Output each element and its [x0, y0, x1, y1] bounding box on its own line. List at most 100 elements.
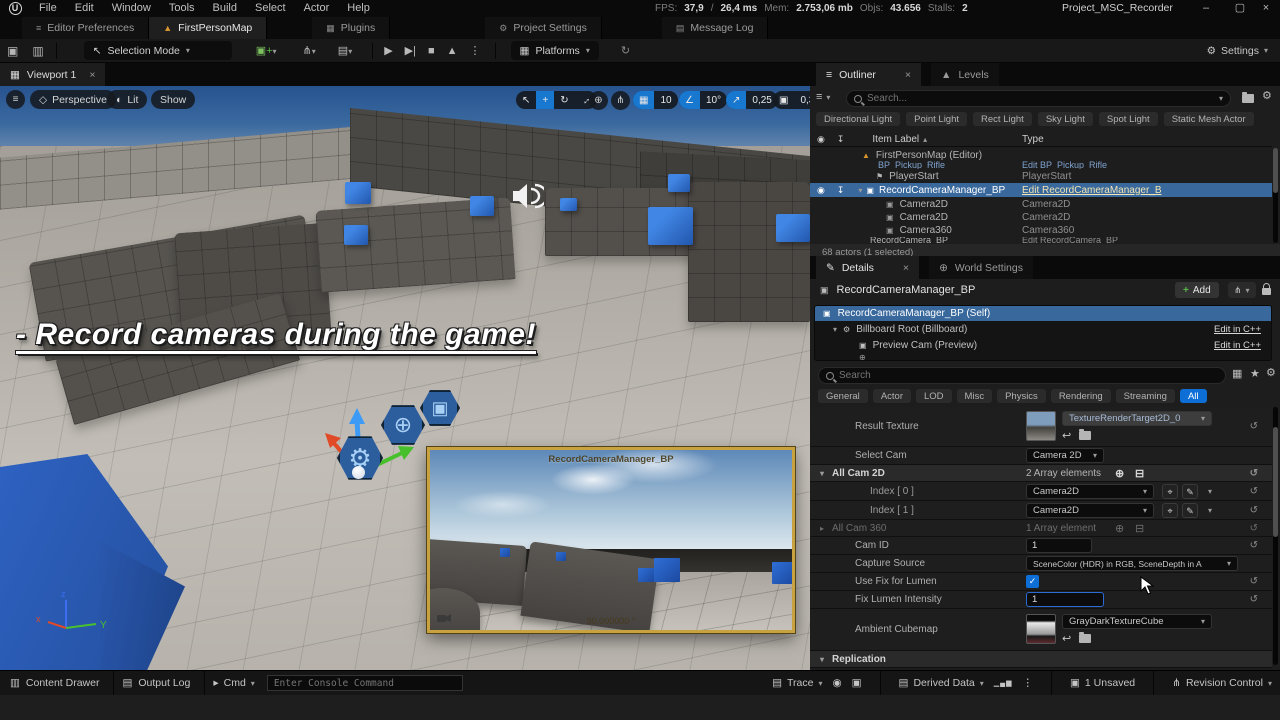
console-command-input[interactable] [267, 675, 463, 691]
prop-all-cam-360[interactable]: ▸ All Cam 360 1 Array element ⊕ ⊟ ↺ [810, 520, 1272, 537]
lock-icon[interactable] [1262, 288, 1271, 295]
scale-snap-toggle[interactable]: ↗ [726, 91, 746, 109]
clear-array-icon[interactable]: ⊟ [1135, 522, 1144, 535]
chip-static-mesh-actor[interactable]: Static Mesh Actor [1164, 112, 1254, 126]
viewport-canvas[interactable]: ≡ ◇ Perspective ◐ Lit Show ↖ + ↻ ↔ ⊕ ⋔ ▦… [0, 86, 810, 670]
outliner-filter-button[interactable]: ≡ ▾ [816, 91, 830, 103]
reset-icon[interactable]: ↺ [1250, 523, 1258, 534]
cat-streaming[interactable]: Streaming [1116, 389, 1175, 403]
reset-icon[interactable]: ↺ [1250, 486, 1258, 497]
derived-data-dropdown[interactable]: ▤ Derived Data ▾ [899, 677, 984, 689]
eyedropper-icon[interactable]: ✎ [1182, 503, 1198, 518]
eye-icon[interactable]: ◉ [817, 185, 825, 196]
fix-lumen-intensity-input[interactable] [1026, 592, 1104, 607]
element-options-chevron[interactable]: ▾ [1208, 487, 1212, 496]
rotation-snap-value[interactable]: 10° [700, 91, 727, 109]
outliner-row-clipped-bottom[interactable]: RecordCamera_BP Edit RecordCamera_BP [810, 237, 1272, 243]
use-selected-asset-icon[interactable]: ↩ [1062, 429, 1071, 442]
use-fix-lumen-checkbox[interactable]: ✓ [1026, 575, 1039, 588]
reset-icon[interactable]: ↺ [1250, 421, 1258, 432]
cinematics-button[interactable]: ▤▾ [332, 44, 358, 57]
index1-dropdown[interactable]: Camera2D ▾ [1026, 503, 1154, 518]
edit-in-cpp-link[interactable]: Edit in C++ [1214, 340, 1261, 351]
tab-plugins[interactable]: ▦Plugins [312, 17, 390, 39]
outliner-search[interactable]: ▾ [846, 90, 1231, 107]
tab-details[interactable]: ✎ Details × [816, 256, 919, 279]
browse-to-asset-icon[interactable] [1079, 431, 1091, 440]
eject-button[interactable]: ▲ [441, 45, 464, 57]
search-chevron-icon[interactable]: ▾ [1219, 94, 1223, 103]
menu-edit[interactable]: Edit [66, 0, 103, 17]
menu-help[interactable]: Help [338, 0, 379, 17]
outliner-row-clipped[interactable]: BP_Pickup_Rifle Edit BP_Pickup_Rifle [810, 161, 1272, 169]
component-clipped-row[interactable]: ⊕ [815, 353, 1271, 361]
column-item-label[interactable]: Item Label [872, 134, 919, 145]
outliner-row-playerstart[interactable]: ⚑ PlayerStart PlayerStart [810, 170, 1272, 183]
reset-icon[interactable]: ↺ [1250, 576, 1258, 587]
menu-select[interactable]: Select [246, 0, 295, 17]
close-button[interactable]: × [1252, 0, 1280, 17]
chip-spot-light[interactable]: Spot Light [1099, 112, 1158, 126]
network-bars-icon[interactable]: ▁▄▆ [994, 679, 1013, 687]
menu-file[interactable]: File [30, 0, 66, 17]
output-log-button[interactable]: ▤ Output Log [122, 677, 190, 689]
camera-speed-value[interactable]: 0,3 [794, 91, 810, 109]
outliner-row-camera2d-2[interactable]: ▣ Camera2D Camera2D [810, 211, 1272, 224]
pin-icon[interactable]: ↧ [837, 134, 845, 145]
cat-all[interactable]: All [1180, 389, 1207, 403]
insights-icon[interactable]: ◉ [832, 677, 841, 689]
rotate-tool[interactable]: ↻ [554, 91, 574, 109]
perspective-dropdown[interactable]: ◇ Perspective [30, 90, 116, 109]
tab-levels[interactable]: ▲ Levels [931, 63, 999, 86]
grid-snap-toggle[interactable]: ▦ [633, 91, 654, 109]
outliner-row-recordcameramanager[interactable]: ◉ ↧ ▾ ▣ RecordCameraManager_BP Edit Reco… [810, 183, 1272, 197]
column-type[interactable]: Type [1022, 134, 1044, 145]
chip-directional-light[interactable]: Directional Light [816, 112, 900, 126]
content-drawer-button[interactable]: ▥ Content Drawer [10, 677, 99, 689]
maximize-button[interactable]: ▢ [1226, 0, 1254, 17]
details-search-input[interactable] [839, 370, 1218, 381]
viewport-options-menu[interactable]: ≡ [6, 90, 25, 109]
move-tool[interactable]: + [536, 91, 554, 109]
tab-message-log[interactable]: ▤Message Log [662, 17, 769, 39]
tab-project-settings[interactable]: ⚙Project Settings [485, 17, 602, 39]
cat-physics[interactable]: Physics [997, 389, 1046, 403]
gizmo-origin[interactable] [352, 466, 365, 479]
surface-snap-toggle[interactable]: ⋔ [611, 91, 630, 110]
details-scrollbar[interactable] [1273, 407, 1278, 665]
cat-general[interactable]: General [818, 389, 868, 403]
add-array-element-icon[interactable]: ⊕ [1115, 467, 1124, 480]
capture-source-dropdown[interactable]: SceneColor (HDR) in RGB, SceneDepth in A… [1026, 556, 1238, 571]
blueprint-edit-dropdown[interactable]: ⋔ ▾ [1228, 282, 1256, 298]
tab-firstpersonmap[interactable]: ▲FirstPersonMap [149, 17, 267, 39]
reset-icon[interactable]: ↺ [1250, 468, 1258, 479]
skip-button[interactable]: ▶| [399, 44, 422, 57]
expand-chevron-icon[interactable]: ▾ [858, 186, 862, 195]
cat-lod[interactable]: LOD [916, 389, 952, 403]
clear-array-icon[interactable]: ⊟ [1135, 467, 1144, 480]
chip-rect-light[interactable]: Rect Light [973, 112, 1032, 126]
play-button[interactable]: ▶ [378, 44, 398, 57]
folder-icon[interactable] [1242, 94, 1254, 103]
select-tool[interactable]: ↖ [516, 91, 536, 109]
tab-world-settings[interactable]: ⊕ World Settings [929, 256, 1033, 279]
rotation-snap-toggle[interactable]: ∠ [679, 91, 700, 109]
element-options-chevron[interactable]: ▾ [1208, 506, 1212, 515]
viewport-tab-close-icon[interactable]: × [89, 69, 95, 81]
chip-point-light[interactable]: Point Light [906, 112, 967, 126]
outliner-scrollbar[interactable] [1273, 148, 1278, 243]
reset-icon[interactable]: ↺ [1250, 505, 1258, 516]
menu-tools[interactable]: Tools [160, 0, 204, 17]
outliner-settings-gear-icon[interactable]: ⚙ [1262, 89, 1272, 102]
cam-id-input[interactable] [1026, 538, 1092, 553]
pick-actor-icon[interactable]: ⌖ [1162, 503, 1178, 518]
settings-dropdown[interactable]: ⚙ Settings ▾ [1207, 45, 1268, 57]
component-self-row[interactable]: ▣ RecordCameraManager_BP (Self) [815, 306, 1271, 321]
trace-dropdown[interactable]: ▤ Trace ▾ [772, 677, 822, 689]
grid-snap-value[interactable]: 10 [654, 91, 677, 109]
platforms-dropdown[interactable]: ▦ Platforms ▾ [511, 41, 599, 60]
cat-rendering[interactable]: Rendering [1051, 389, 1111, 403]
expand-chevron-icon[interactable]: ▾ [833, 325, 837, 334]
favorites-star-icon[interactable]: ★ [1250, 367, 1260, 380]
section-replication[interactable]: ▾ Replication [810, 651, 1272, 668]
